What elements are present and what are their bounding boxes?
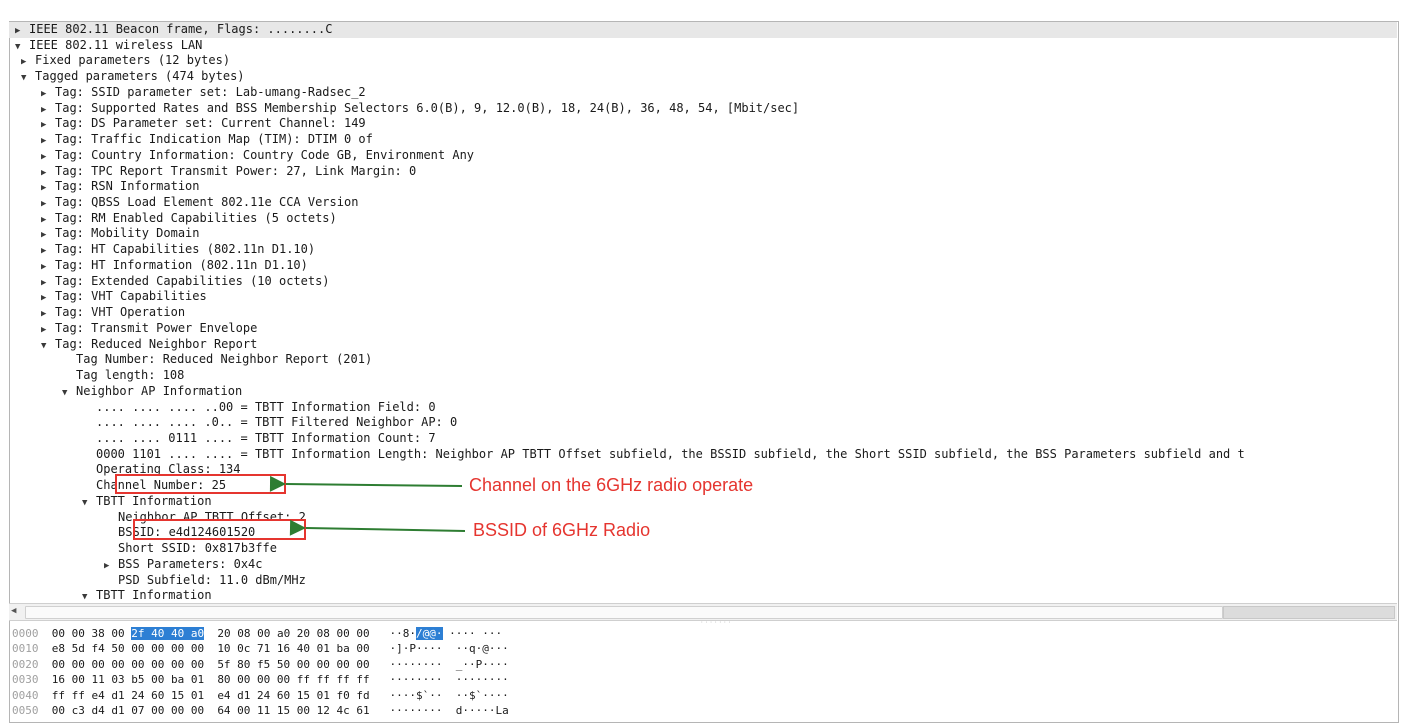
channel-note: Channel on the 6GHz radio operate bbox=[469, 475, 754, 495]
bssid-note-arrow bbox=[289, 519, 466, 536]
bssid-note: BSSID of 6GHz Radio bbox=[473, 520, 651, 540]
annotation-arrows bbox=[269, 475, 466, 536]
channel-note-arrow bbox=[269, 475, 463, 492]
